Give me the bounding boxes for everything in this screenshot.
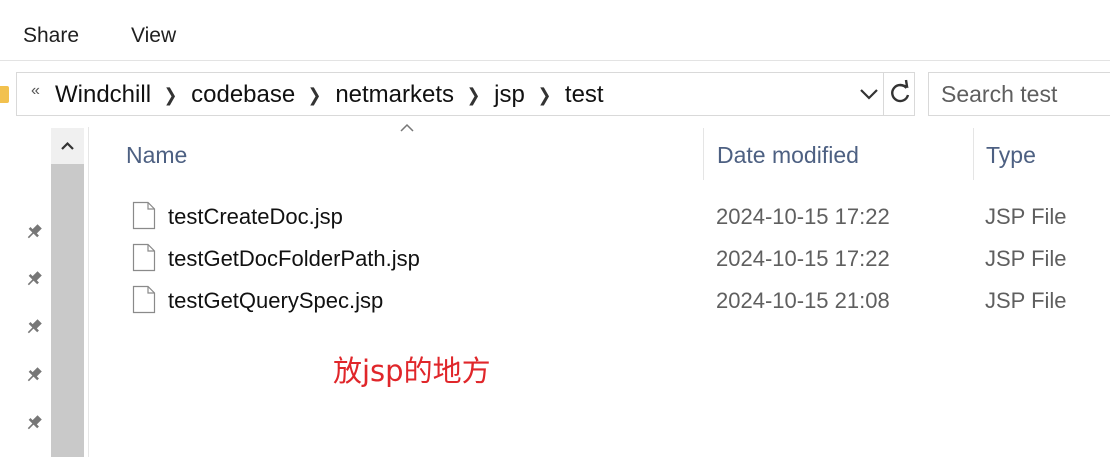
file-type: JSP File: [985, 288, 1067, 313]
breadcrumb-codebase[interactable]: codebase: [191, 81, 295, 109]
column-header-date-modified[interactable]: Date modified: [717, 142, 859, 169]
search-input[interactable]: [941, 81, 1110, 108]
tab-view[interactable]: View: [131, 24, 176, 48]
file-icon: [132, 201, 156, 230]
chevron-right-icon[interactable]: ❯: [467, 85, 481, 106]
ribbon: Share View: [0, 0, 1110, 61]
column-divider[interactable]: [973, 128, 974, 180]
scroll-up-button[interactable]: [51, 128, 84, 164]
breadcrumb-netmarkets[interactable]: netmarkets: [335, 81, 454, 109]
file-name: testCreateDoc.jsp: [168, 204, 343, 229]
file-name: testGetDocFolderPath.jsp: [168, 246, 420, 271]
chevron-right-icon[interactable]: ❯: [308, 85, 322, 106]
refresh-icon: [891, 79, 910, 103]
double-chevron-left-icon[interactable]: «: [31, 82, 40, 100]
chevron-right-icon[interactable]: ❯: [538, 85, 552, 106]
file-icon: [132, 243, 156, 272]
file-type: JSP File: [985, 246, 1067, 271]
file-type: JSP File: [985, 204, 1067, 229]
file-date-modified: 2024-10-15 17:22: [716, 204, 890, 229]
column-header-name[interactable]: Name: [126, 142, 187, 169]
folder-icon: [0, 86, 9, 103]
file-date-modified: 2024-10-15 21:08: [716, 288, 890, 313]
nav-scrollbar-thumb[interactable]: [51, 164, 84, 457]
pin-icon[interactable]: [23, 268, 45, 290]
column-divider[interactable]: [703, 128, 704, 180]
chevron-up-icon: [61, 141, 74, 150]
file-icon: [132, 285, 156, 314]
file-row[interactable]: testGetDocFolderPath.jsp 2024-10-15 17:2…: [110, 239, 1110, 281]
file-row[interactable]: testGetQuerySpec.jsp 2024-10-15 21:08 JS…: [110, 281, 1110, 323]
chevron-down-icon: [860, 89, 878, 100]
file-row[interactable]: testCreateDoc.jsp 2024-10-15 17:22 JSP F…: [110, 197, 1110, 239]
pin-icon[interactable]: [23, 412, 45, 434]
search-box[interactable]: [928, 72, 1110, 116]
sort-ascending-icon: [400, 123, 414, 132]
chevron-right-icon[interactable]: ❯: [164, 85, 178, 106]
file-name: testGetQuerySpec.jsp: [168, 288, 384, 313]
breadcrumb-windchill[interactable]: Windchill: [55, 81, 151, 109]
column-header-type[interactable]: Type: [986, 142, 1036, 169]
nav-pane-divider: [88, 127, 89, 457]
address-bar[interactable]: « Windchill ❯ codebase ❯ netmarkets ❯ js…: [16, 72, 915, 116]
tab-share[interactable]: Share: [23, 24, 79, 48]
pin-icon[interactable]: [23, 221, 45, 243]
annotation-text: 放jsp的地方: [333, 354, 491, 388]
refresh-button[interactable]: [883, 73, 916, 115]
breadcrumb: Windchill ❯ codebase ❯ netmarkets ❯ jsp …: [55, 81, 604, 109]
history-dropdown-button[interactable]: [858, 81, 880, 107]
file-date-modified: 2024-10-15 17:22: [716, 246, 890, 271]
breadcrumb-jsp[interactable]: jsp: [494, 81, 525, 109]
pin-icon[interactable]: [23, 316, 45, 338]
pin-icon[interactable]: [23, 364, 45, 386]
breadcrumb-test[interactable]: test: [565, 81, 604, 109]
